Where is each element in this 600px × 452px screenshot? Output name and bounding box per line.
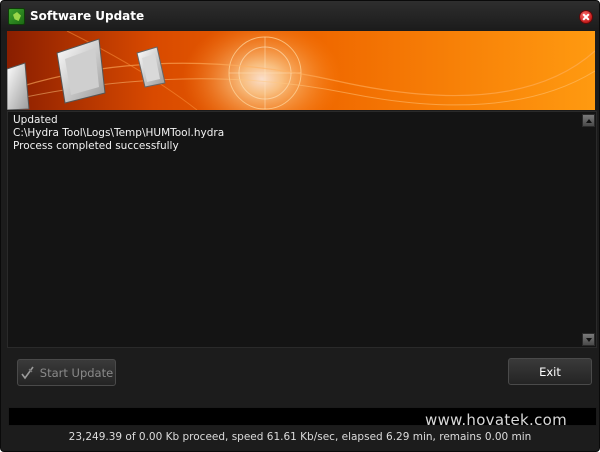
status-text: 23,249.39 of 0.00 Kb proceed, speed 61.6… xyxy=(68,431,532,443)
window-title: Software Update xyxy=(30,9,145,23)
start-update-label: Start Update xyxy=(39,365,114,380)
app-icon xyxy=(8,8,25,25)
watermark-text: www.hovatek.com xyxy=(425,411,568,429)
header-banner xyxy=(7,31,595,110)
exit-button[interactable]: Exit xyxy=(508,358,592,385)
banner-artwork xyxy=(7,31,595,110)
log-line: Updated xyxy=(13,114,58,126)
scroll-up-arrow-icon[interactable] xyxy=(582,114,595,127)
start-update-button[interactable]: Start Update xyxy=(17,359,116,386)
log-line: C:\Hydra Tool\Logs\Temp\HUMTool.hydra xyxy=(13,127,225,139)
scroll-down-arrow-icon[interactable] xyxy=(582,333,595,346)
close-button[interactable] xyxy=(579,10,593,24)
log-line: Process completed successfully xyxy=(13,140,179,152)
pen-check-icon xyxy=(21,366,34,379)
software-update-window: Software Update Updated C:\Hydra Tool\Lo… xyxy=(0,0,600,452)
log-lines: Updated C:\Hydra Tool\Logs\Temp\HUMTool.… xyxy=(13,114,573,153)
title-bar[interactable]: Software Update xyxy=(1,1,599,31)
log-output[interactable]: Updated C:\Hydra Tool\Logs\Temp\HUMTool.… xyxy=(7,111,597,348)
exit-label: Exit xyxy=(539,364,561,379)
